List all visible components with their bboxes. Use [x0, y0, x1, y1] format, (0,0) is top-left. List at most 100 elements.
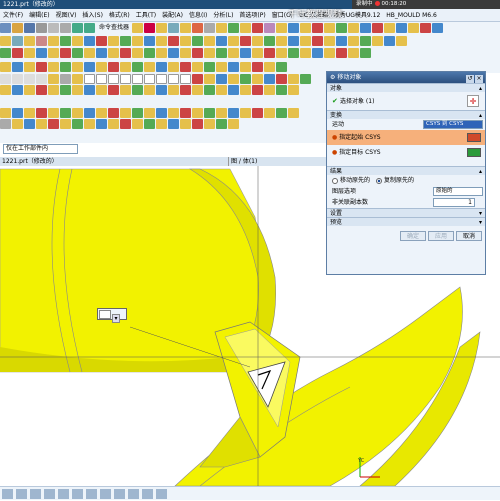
reorder-icon[interactable]	[72, 119, 83, 129]
studio-icon[interactable]	[72, 74, 83, 84]
smooth-curve-icon[interactable]	[288, 48, 299, 58]
snap-midpoint-icon[interactable]	[48, 85, 59, 95]
snap-clear-icon[interactable]	[240, 85, 251, 95]
pull-face-icon[interactable]	[12, 108, 23, 118]
extract-icon[interactable]	[192, 36, 203, 46]
menu-insert[interactable]: 插入(S)	[79, 9, 106, 22]
wcs-origin-icon[interactable]	[240, 74, 251, 84]
extend-icon[interactable]	[300, 36, 311, 46]
linear-dimension-icon[interactable]	[192, 108, 203, 118]
view-10-icon[interactable]	[84, 74, 95, 84]
section-curve-icon[interactable]	[240, 48, 251, 58]
intersect-icon[interactable]	[288, 23, 300, 33]
thread-icon[interactable]	[96, 36, 107, 46]
cut-icon[interactable]	[36, 23, 47, 33]
shell-face-icon[interactable]	[276, 108, 287, 118]
class-selection-icon[interactable]	[288, 74, 299, 84]
n-sided-icon[interactable]	[252, 36, 263, 46]
mold-wizard-icon[interactable]	[0, 62, 11, 72]
web-browser-icon[interactable]	[168, 119, 179, 129]
trim-icon[interactable]	[252, 23, 264, 33]
from-csys-row[interactable]: ● 指定起始 CSYS	[327, 130, 485, 145]
trim-curve-icon[interactable]	[180, 48, 191, 58]
wcs-display-icon[interactable]	[276, 74, 287, 84]
trim-body-icon[interactable]	[348, 36, 359, 46]
curve-length-icon[interactable]	[216, 48, 227, 58]
replace-icon[interactable]	[36, 108, 47, 118]
paste-face-icon[interactable]	[96, 108, 107, 118]
menu-tools[interactable]: 工具(T)	[133, 9, 159, 22]
join-face-icon[interactable]	[336, 36, 347, 46]
wcs-rotate-icon[interactable]	[252, 74, 263, 84]
snap-mini-toolbar[interactable]: ▾	[97, 308, 127, 323]
arc-icon[interactable]	[24, 48, 35, 58]
change-thickness-icon[interactable]	[288, 108, 299, 118]
snap-on-curve-icon[interactable]	[96, 85, 107, 95]
motion-dropdown[interactable]: CSYS 到 CSYS	[423, 120, 483, 129]
view-18-icon[interactable]	[96, 74, 107, 84]
zoom-icon[interactable]	[12, 74, 23, 84]
menu-file[interactable]: 文件(F)	[0, 9, 26, 22]
save-icon[interactable]	[24, 23, 35, 33]
select-object-row[interactable]: ✔ 选择对象 (1) ✛	[327, 92, 485, 110]
mold-csys-icon[interactable]	[24, 62, 35, 72]
pad-icon[interactable]	[120, 36, 131, 46]
offset-region-icon[interactable]	[24, 108, 35, 118]
trim-mold-icon[interactable]	[204, 62, 215, 72]
mirror-icon[interactable]	[312, 23, 324, 33]
helix-icon[interactable]	[144, 48, 155, 58]
section-preview[interactable]: 预览 ▾	[327, 217, 485, 226]
copy-icon[interactable]	[48, 23, 59, 33]
to-csys-row[interactable]: ● 指定目标 CSYS	[327, 145, 485, 160]
menu-preferences[interactable]: 首选项(P)	[236, 9, 268, 22]
curve-analysis-icon[interactable]	[300, 48, 311, 58]
transform-icon[interactable]	[12, 119, 23, 129]
mold-tools-icon[interactable]	[72, 62, 83, 72]
rib-icon[interactable]	[60, 36, 71, 46]
boss-icon[interactable]	[192, 23, 204, 33]
redo-icon[interactable]	[84, 23, 95, 33]
snap-center-icon[interactable]	[44, 489, 55, 499]
patch-icon[interactable]	[180, 36, 191, 46]
apply-button[interactable]: 应用	[427, 231, 454, 241]
snap-grid-icon[interactable]	[114, 489, 125, 499]
isoparametric-icon[interactable]	[228, 48, 239, 58]
bridge-curve-icon[interactable]	[156, 48, 167, 58]
snap-control-icon[interactable]	[192, 85, 203, 95]
ok-button[interactable]: 确定	[399, 231, 426, 241]
unite-icon[interactable]	[264, 23, 276, 33]
section-transform[interactable]: 变换 ▴	[327, 110, 485, 119]
fillet-curve-icon[interactable]	[204, 48, 215, 58]
thicken-icon[interactable]	[168, 36, 179, 46]
cylinder-icon[interactable]	[12, 36, 23, 46]
selection-filter-dropdown[interactable]: 仅在工作部件内	[3, 144, 78, 154]
expression-icon[interactable]	[108, 119, 119, 129]
sphere-icon[interactable]	[36, 36, 47, 46]
edit-parameters-icon[interactable]	[24, 119, 35, 129]
render-icon[interactable]	[432, 23, 444, 33]
fill-surface-icon[interactable]	[276, 36, 287, 46]
wrap-icon[interactable]	[156, 36, 167, 46]
layer-settings-icon[interactable]	[192, 74, 203, 84]
mold-drawing-icon[interactable]	[240, 62, 251, 72]
datum-axis-icon[interactable]	[384, 36, 395, 46]
spline-icon[interactable]	[48, 48, 59, 58]
snap-endpoint-icon[interactable]	[36, 85, 47, 95]
wcs-orient-icon[interactable]	[264, 74, 275, 84]
dimension-icon[interactable]	[312, 48, 323, 58]
ejector-pin-icon[interactable]	[120, 62, 131, 72]
delete-files-icon[interactable]	[264, 62, 275, 72]
crosshair-icon[interactable]: ✛	[467, 95, 479, 107]
join-curve-icon[interactable]	[168, 48, 179, 58]
offset-curve-icon[interactable]	[96, 48, 107, 58]
make-coaxial-icon[interactable]	[132, 108, 143, 118]
part-navigator-icon[interactable]	[120, 119, 131, 129]
csys-dialog-icon[interactable]	[467, 133, 481, 142]
standard-parts-icon[interactable]	[108, 62, 119, 72]
through-curves-icon[interactable]	[216, 36, 227, 46]
sketch-icon[interactable]	[144, 23, 156, 33]
section-settings[interactable]: 设置 ▾	[327, 208, 485, 217]
edit-object-display-icon[interactable]	[228, 74, 239, 84]
subtract-icon[interactable]	[276, 23, 288, 33]
snap-tangent-icon[interactable]	[168, 85, 179, 95]
